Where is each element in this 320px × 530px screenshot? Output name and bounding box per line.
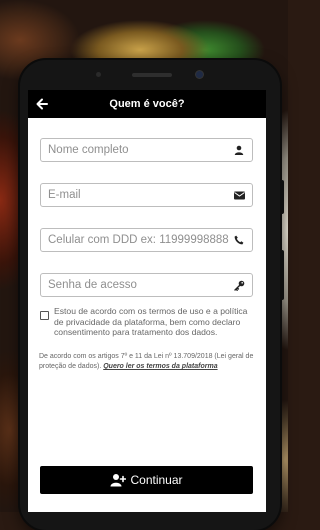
phone-sensor [96, 72, 101, 77]
phone-volume-button [280, 180, 284, 214]
phone-input[interactable] [41, 229, 231, 251]
user-icon [231, 142, 247, 158]
consent-row: Estou de acordo com os termos de uso e a… [40, 306, 255, 338]
phone-field[interactable] [40, 228, 253, 252]
law-notice: De acordo com os artigos 7º e 11 da Lei … [39, 352, 255, 372]
page-title: Quem é você? [109, 98, 185, 110]
app-screen: Quem é você? Estou de acordo com os term… [28, 90, 266, 512]
phone-speaker [132, 73, 172, 77]
top-bar: Quem é você? [28, 90, 266, 118]
email-field[interactable] [40, 183, 253, 207]
phone-power-button [280, 250, 284, 300]
phone-icon [231, 232, 247, 248]
add-user-icon [110, 473, 127, 487]
password-input[interactable] [41, 274, 231, 296]
terms-link[interactable]: Quero ler os termos da plataforma [103, 363, 217, 370]
key-icon [231, 277, 247, 293]
back-arrow-icon[interactable] [34, 96, 50, 112]
consent-text: Estou de acordo com os termos de uso e a… [54, 306, 248, 337]
email-input[interactable] [41, 184, 231, 206]
phone-camera [196, 71, 203, 78]
envelope-icon [231, 187, 247, 203]
name-input[interactable] [41, 139, 231, 161]
name-field[interactable] [40, 138, 253, 162]
continue-label: Continuar [130, 473, 183, 487]
consent-checkbox[interactable] [40, 311, 49, 320]
password-field[interactable] [40, 273, 253, 297]
continue-button[interactable]: Continuar [40, 466, 253, 494]
